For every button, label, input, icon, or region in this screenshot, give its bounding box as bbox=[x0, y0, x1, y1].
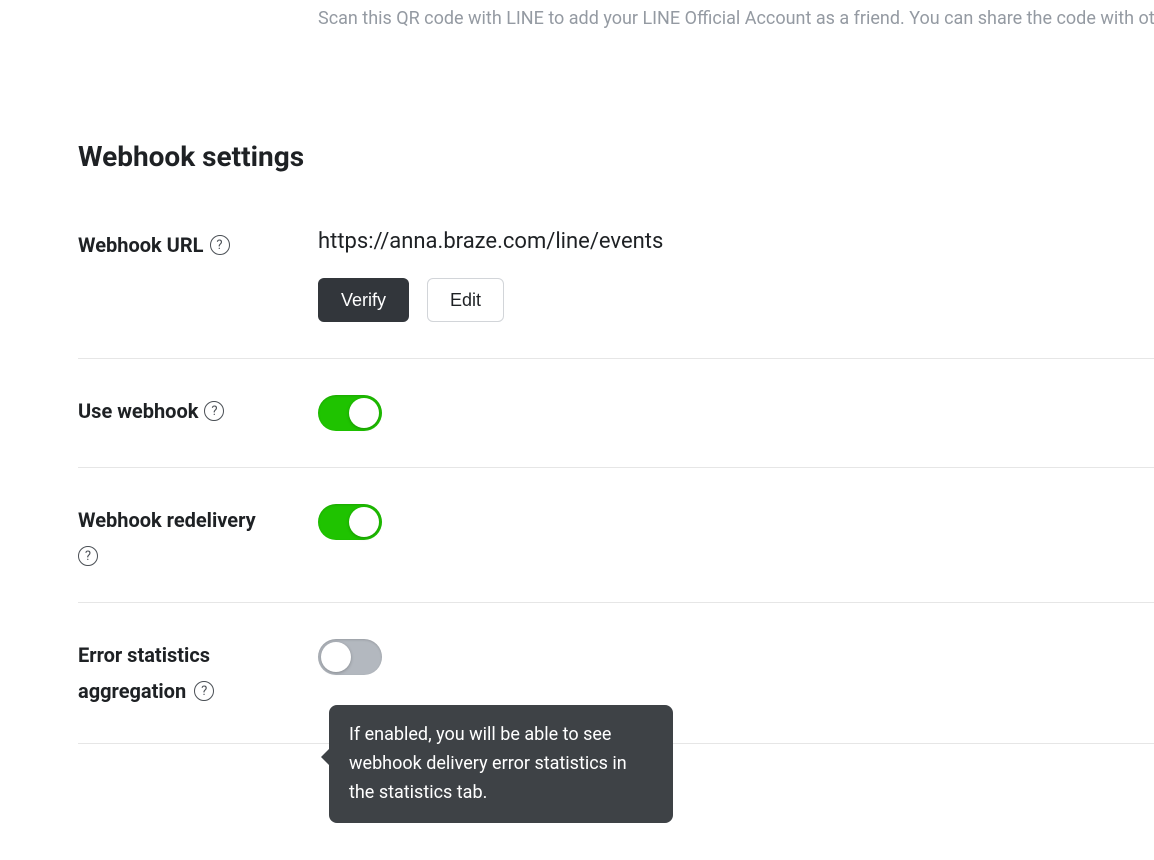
webhook-redelivery-label: Webhook redelivery bbox=[78, 504, 256, 536]
toggle-knob bbox=[321, 642, 351, 672]
error-stats-label-2: aggregation bbox=[78, 675, 186, 707]
row-webhook-url: Webhook URL ? https://anna.braze.com/lin… bbox=[78, 229, 1154, 359]
use-webhook-toggle[interactable] bbox=[318, 395, 382, 431]
row-webhook-redelivery: Webhook redelivery ? bbox=[78, 504, 1154, 603]
webhook-redelivery-toggle[interactable] bbox=[318, 504, 382, 540]
webhook-url-label: Webhook URL bbox=[78, 229, 204, 261]
toggle-knob bbox=[349, 507, 379, 537]
verify-button[interactable]: Verify bbox=[318, 278, 409, 322]
help-icon[interactable]: ? bbox=[204, 401, 224, 421]
use-webhook-label: Use webhook bbox=[78, 395, 198, 427]
error-stats-tooltip: If enabled, you will be able to see webh… bbox=[329, 705, 673, 823]
help-icon[interactable]: ? bbox=[210, 235, 230, 255]
row-use-webhook: Use webhook ? bbox=[78, 395, 1154, 468]
webhook-url-value: https://anna.braze.com/line/events bbox=[318, 229, 1154, 254]
help-icon[interactable]: ? bbox=[194, 681, 214, 701]
help-icon[interactable]: ? bbox=[78, 546, 98, 566]
section-title: Webhook settings bbox=[78, 140, 1154, 173]
toggle-knob bbox=[349, 398, 379, 428]
qr-helper-text: Scan this QR code with LINE to add your … bbox=[318, 8, 1154, 29]
error-stats-label-1: Error statistics bbox=[78, 639, 210, 671]
edit-button[interactable]: Edit bbox=[427, 278, 504, 322]
error-stats-toggle[interactable] bbox=[318, 639, 382, 675]
